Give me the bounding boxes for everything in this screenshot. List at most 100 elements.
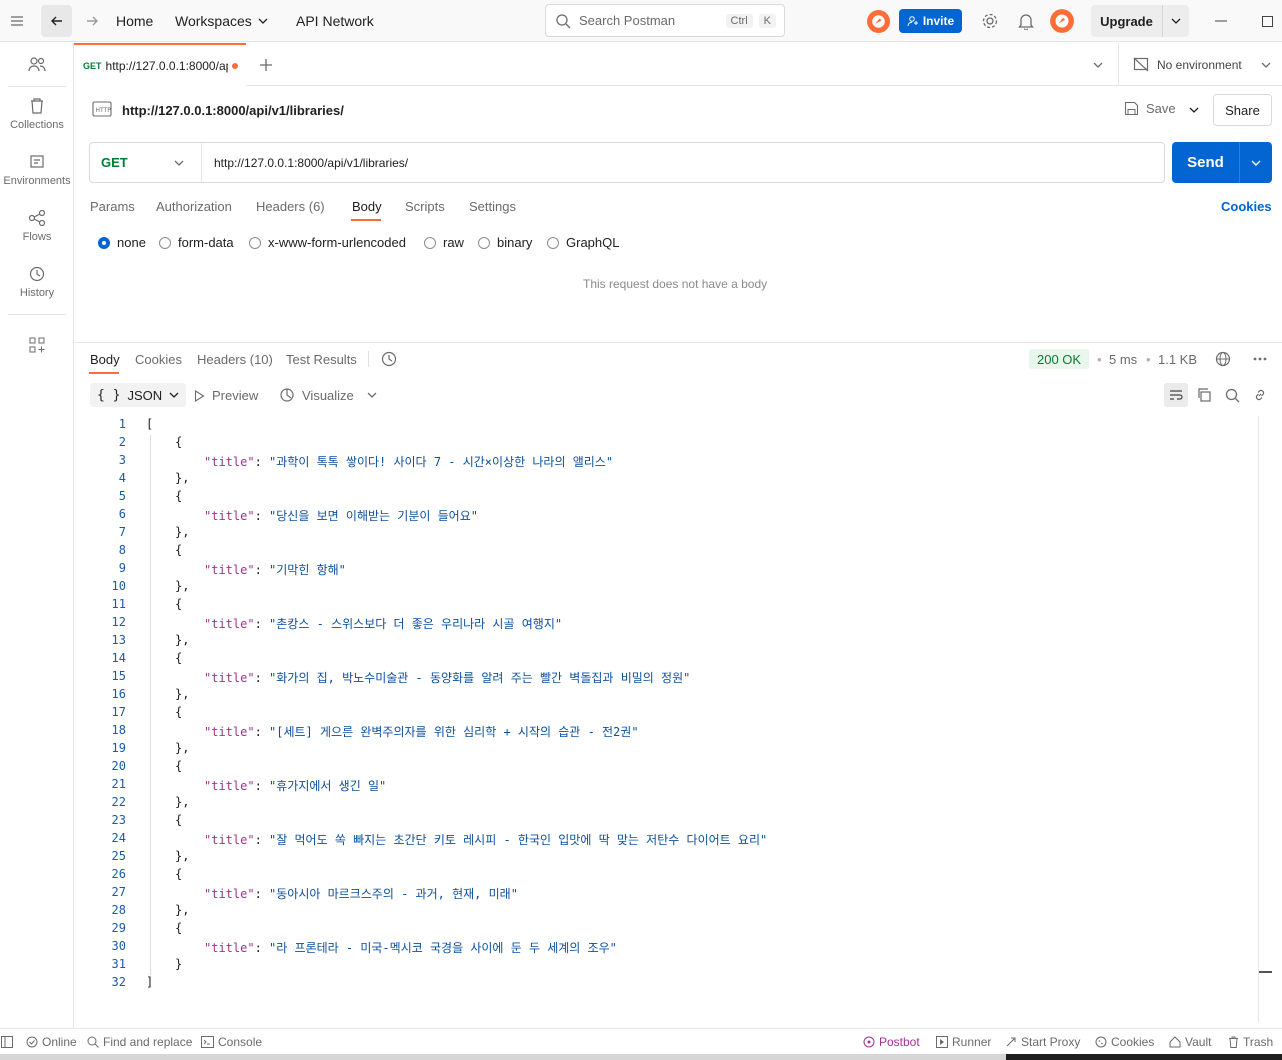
postbot-button[interactable]: Postbot <box>863 1035 920 1049</box>
tab-headers[interactable]: Headers (6) <box>256 199 325 214</box>
bell-icon[interactable] <box>1012 7 1040 35</box>
status-badge[interactable]: 200 OK <box>1029 349 1090 369</box>
request-title[interactable]: http://127.0.0.1:8000/api/v1/libraries/ <box>122 103 344 118</box>
cookies-link[interactable]: Cookies <box>1221 199 1272 214</box>
no-body-message: This request does not have a body <box>583 277 768 291</box>
scrollbar-marker[interactable] <box>1259 971 1272 973</box>
visualize-button[interactable]: Visualize <box>279 387 354 403</box>
body-type-urlencoded[interactable]: x-www-form-urlencoded <box>249 235 406 250</box>
online-status[interactable]: Online <box>26 1035 77 1049</box>
line-number: 31 <box>111 957 126 971</box>
response-size[interactable]: 1.1 KB <box>1158 352 1197 367</box>
method-select[interactable]: GET <box>90 143 202 182</box>
line-number: 29 <box>111 921 126 935</box>
response-tab-test-results[interactable]: Test Results <box>286 352 357 367</box>
toggle-sidebar-icon[interactable] <box>0 1029 14 1054</box>
search-icon[interactable] <box>1218 381 1246 409</box>
cookies-button[interactable]: Cookies <box>1095 1035 1154 1049</box>
globe-icon[interactable] <box>1209 345 1237 373</box>
trash-button[interactable]: Trash <box>1228 1035 1273 1049</box>
find-replace-label: Find and replace <box>103 1035 193 1049</box>
search-input[interactable]: Search Postman Ctrl K <box>545 4 785 37</box>
preview-button[interactable]: Preview <box>194 388 258 403</box>
runner-button[interactable]: Runner <box>936 1035 991 1049</box>
copy-icon[interactable] <box>1190 381 1218 409</box>
visualize-label: Visualize <box>302 387 354 403</box>
upgrade-chevron-icon[interactable] <box>1163 18 1189 24</box>
tab-scripts[interactable]: Scripts <box>405 199 445 214</box>
back-arrow-icon[interactable] <box>41 5 72 37</box>
share-button[interactable]: Share <box>1213 94 1272 126</box>
body-type-graphql[interactable]: GraphQL <box>547 235 619 250</box>
body-type-none[interactable]: none <box>98 235 146 250</box>
radio-icon <box>547 236 559 249</box>
upgrade-button[interactable]: Upgrade <box>1091 5 1189 37</box>
configure-sidebar-icon[interactable] <box>0 337 74 353</box>
more-options-icon[interactable] <box>1246 345 1274 373</box>
pane-divider[interactable] <box>74 342 1282 343</box>
json-key: "title" <box>204 725 255 739</box>
save-button[interactable]: Save <box>1124 101 1176 116</box>
body-type-form-data[interactable]: form-data <box>159 235 234 250</box>
forward-arrow-icon[interactable] <box>78 7 106 35</box>
tab-body[interactable]: Body <box>352 199 382 214</box>
sidebar-item-history[interactable]: History <box>0 266 74 299</box>
sidebar-item-environments[interactable]: Environments <box>0 154 74 187</box>
response-time[interactable]: 5 ms <box>1109 352 1137 367</box>
request-tab[interactable]: GET http://127.0.0.1:8000/ap <box>74 43 246 86</box>
json-string-value: "잘 먹어도 쏙 빠지는 초간단 키토 레시피 - 한국인 입맛에 딱 맞는 저… <box>269 833 768 847</box>
json-key: "title" <box>204 509 255 523</box>
code-line: } <box>175 957 183 971</box>
line-number: 30 <box>111 939 126 953</box>
sidebar-item-flows[interactable]: Flows <box>0 210 74 243</box>
send-options-chevron-icon[interactable] <box>1240 160 1272 166</box>
environment-selector[interactable]: No environment <box>1133 57 1242 72</box>
history-icon[interactable] <box>375 345 403 373</box>
response-tab-cookies[interactable]: Cookies <box>135 352 182 367</box>
gear-icon[interactable] <box>976 7 1004 35</box>
response-json-viewer[interactable]: 1 [2 {3 "title": "과학이 톡톡 쌓이다! 사이다 7 - 시간×이상… <box>74 416 1258 1016</box>
line-number: 13 <box>111 633 126 647</box>
save-label: Save <box>1146 101 1176 116</box>
tab-params[interactable]: Params <box>90 199 135 214</box>
wrap-lines-icon[interactable] <box>1164 383 1188 407</box>
postbot-icon <box>863 1036 875 1048</box>
format-select[interactable]: { } JSON <box>90 383 187 407</box>
new-tab-plus-icon[interactable] <box>252 51 280 79</box>
line-number: 18 <box>111 723 126 737</box>
nav-api-network[interactable]: API Network <box>296 13 374 29</box>
sidebar-item-collections[interactable]: Collections <box>0 98 74 131</box>
environment-chevron-icon[interactable] <box>1252 51 1280 79</box>
invite-button[interactable]: Invite <box>899 9 962 33</box>
tabs-dropdown-chevron-icon[interactable] <box>1084 51 1112 79</box>
response-tab-body[interactable]: Body <box>90 352 120 367</box>
tab-settings[interactable]: Settings <box>469 199 516 214</box>
vault-button[interactable]: Vault <box>1169 1035 1211 1049</box>
body-type-raw[interactable]: raw <box>424 235 464 250</box>
code-line: }, <box>175 525 190 539</box>
avatar[interactable] <box>1049 8 1075 34</box>
code-line: }, <box>175 903 190 917</box>
send-button[interactable]: Send <box>1172 142 1272 183</box>
team-icon[interactable] <box>0 56 74 72</box>
find-replace-button[interactable]: Find and replace <box>87 1035 192 1049</box>
nav-home[interactable]: Home <box>116 13 153 29</box>
code-line: { <box>175 867 183 881</box>
menu-icon[interactable] <box>3 7 31 35</box>
minimize-icon[interactable] <box>1207 7 1235 35</box>
save-options-chevron-icon[interactable] <box>1180 96 1208 124</box>
response-tab-headers[interactable]: Headers (10) <box>197 352 273 367</box>
link-icon[interactable] <box>1246 381 1274 409</box>
visualize-chevron-icon[interactable] <box>358 381 386 409</box>
scrollbar-track[interactable] <box>1258 416 1259 1022</box>
body-type-binary[interactable]: binary <box>478 235 532 250</box>
console-icon <box>201 1036 214 1048</box>
start-proxy-button[interactable]: Start Proxy <box>1005 1035 1080 1049</box>
console-button[interactable]: Console <box>201 1035 262 1049</box>
url-input[interactable]: http://127.0.0.1:8000/api/v1/libraries/ <box>214 156 408 170</box>
sidebar-item-label: Flows <box>22 231 52 243</box>
maximize-icon[interactable] <box>1253 7 1281 35</box>
tab-authorization[interactable]: Authorization <box>156 199 232 214</box>
nav-workspaces[interactable]: Workspaces <box>175 13 268 29</box>
postman-logo-icon[interactable] <box>866 9 891 34</box>
